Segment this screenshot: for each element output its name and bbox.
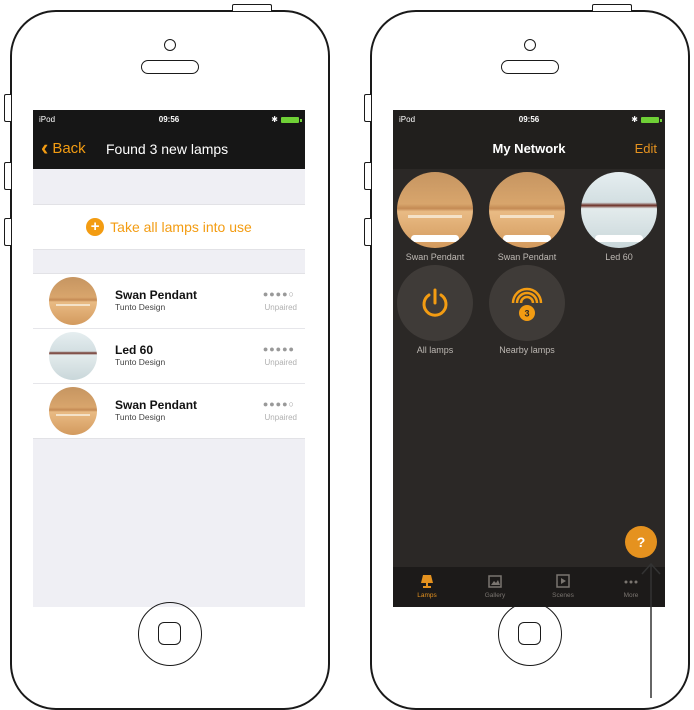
home-button[interactable] bbox=[498, 602, 562, 666]
scenes-icon bbox=[556, 574, 570, 588]
lamp-tile-label: Swan Pendant bbox=[497, 252, 557, 262]
page-title: Found 3 new lamps bbox=[106, 141, 229, 157]
tab-label: Scenes bbox=[552, 592, 574, 599]
lamp-tile[interactable]: Swan Pendant bbox=[395, 172, 475, 262]
group-label: All lamps bbox=[416, 345, 454, 355]
front-camera bbox=[524, 39, 536, 51]
volume-up-button bbox=[4, 162, 11, 190]
page-title: My Network bbox=[492, 141, 566, 156]
lamp-name: Led 60 bbox=[115, 343, 154, 357]
earpiece-speaker bbox=[141, 60, 199, 74]
back-button[interactable]: ‹ Back bbox=[41, 135, 86, 160]
status-time: 09:56 bbox=[518, 115, 540, 124]
tab-label: Lamps bbox=[417, 592, 437, 599]
lamp-tile[interactable]: Swan Pendant bbox=[487, 172, 567, 262]
gallery-icon bbox=[488, 575, 502, 588]
power-button bbox=[592, 4, 632, 11]
nav-bar: My Network Edit bbox=[393, 129, 665, 169]
mute-switch bbox=[364, 94, 371, 122]
power-button bbox=[232, 4, 272, 11]
lamp-icon bbox=[421, 575, 433, 588]
pair-status: Unpaired bbox=[264, 303, 297, 312]
tab-label: Gallery bbox=[484, 592, 506, 599]
volume-down-button bbox=[4, 218, 11, 246]
pair-status: Unpaired bbox=[264, 413, 297, 422]
volume-up-button bbox=[364, 162, 371, 190]
tab-scenes[interactable]: Scenes bbox=[529, 567, 597, 607]
lamp-thumbnail bbox=[489, 172, 565, 248]
lamp-list-item[interactable]: Swan Pendant Tunto Design ●●●●○ Unpaired bbox=[33, 274, 305, 329]
tab-lamps[interactable]: Lamps bbox=[393, 567, 461, 607]
take-all-label: Take all lamps into use bbox=[110, 219, 252, 235]
home-button[interactable] bbox=[138, 602, 202, 666]
lamp-thumbnail bbox=[49, 332, 97, 380]
status-time: 09:56 bbox=[158, 115, 180, 124]
group-circle: 3 bbox=[489, 265, 565, 341]
battery-icon bbox=[641, 116, 662, 123]
lamp-list-item[interactable]: Swan Pendant Tunto Design ●●●●○ Unpaired bbox=[33, 384, 305, 438]
brightness-bar bbox=[503, 235, 551, 242]
lamp-list-item[interactable]: Led 60 Tunto Design ●●●●● Unpaired bbox=[33, 329, 305, 384]
chevron-left-icon: ‹ bbox=[41, 135, 49, 160]
lamp-maker: Tunto Design bbox=[115, 357, 166, 367]
lamp-thumbnail bbox=[397, 172, 473, 248]
lamp-maker: Tunto Design bbox=[115, 412, 166, 422]
brightness-bar bbox=[411, 235, 459, 242]
signal-strength-icon: ●●●●● bbox=[262, 344, 295, 354]
bluetooth-icon: ✱ bbox=[631, 115, 638, 124]
take-all-lamps-button[interactable]: + Take all lamps into use bbox=[33, 204, 305, 250]
lamp-tile[interactable]: Led 60 bbox=[579, 172, 659, 262]
volume-down-button bbox=[364, 218, 371, 246]
plus-circle-icon: + bbox=[86, 218, 105, 236]
pointer-arrow bbox=[641, 562, 661, 698]
pair-status: Unpaired bbox=[264, 358, 297, 367]
edit-button[interactable]: Edit bbox=[635, 141, 657, 156]
nearby-lamps-button[interactable]: 3 Nearby lamps bbox=[487, 265, 567, 355]
tab-gallery[interactable]: Gallery bbox=[461, 567, 529, 607]
top-bar: iPod 09:56 ✱ ‹ Back Found 3 new lamps bbox=[33, 110, 305, 169]
lamp-thumbnail bbox=[581, 172, 657, 248]
group-label: Nearby lamps bbox=[499, 345, 555, 355]
lamp-list: Swan Pendant Tunto Design ●●●●○ Unpaired… bbox=[33, 273, 305, 439]
back-label: Back bbox=[52, 139, 86, 157]
group-circle bbox=[397, 265, 473, 341]
lamp-name: Swan Pendant bbox=[115, 398, 198, 412]
lamp-thumbnail bbox=[49, 387, 97, 435]
status-bar: iPod 09:56 ✱ bbox=[33, 110, 305, 129]
brightness-bar bbox=[595, 235, 643, 242]
status-bar: iPod 09:56 ✱ bbox=[393, 110, 665, 129]
mute-switch bbox=[4, 94, 11, 122]
front-camera bbox=[164, 39, 176, 51]
bluetooth-icon: ✱ bbox=[271, 115, 278, 124]
lamp-tile-label: Swan Pendant bbox=[405, 252, 465, 262]
signal-strength-icon: ●●●●○ bbox=[262, 399, 295, 409]
nearby-count-badge: 3 bbox=[524, 309, 529, 319]
all-lamps-button[interactable]: All lamps bbox=[395, 265, 475, 355]
top-bar: iPod 09:56 ✱ My Network Edit bbox=[393, 110, 665, 169]
lamp-tile-label: Led 60 bbox=[605, 252, 633, 262]
battery-icon bbox=[281, 116, 302, 123]
earpiece-speaker bbox=[501, 60, 559, 74]
my-network-screen: iPod 09:56 ✱ My Network Edit Swan Pendan… bbox=[393, 110, 665, 607]
power-icon bbox=[422, 288, 448, 317]
tab-bar: Lamps Gallery Scenes More bbox=[393, 567, 665, 607]
lamp-maker: Tunto Design bbox=[115, 302, 166, 312]
help-button[interactable]: ? bbox=[625, 526, 657, 558]
lamp-name: Swan Pendant bbox=[115, 288, 198, 302]
wifi-signal-icon: 3 bbox=[511, 287, 543, 321]
signal-strength-icon: ●●●●○ bbox=[262, 289, 295, 299]
lamp-thumbnail bbox=[49, 277, 97, 325]
phone-frame-left: iPod 09:56 ✱ ‹ Back Found 3 new lamps + … bbox=[4, 4, 330, 710]
nav-bar: ‹ Back Found 3 new lamps bbox=[33, 129, 305, 169]
found-lamps-screen: iPod 09:56 ✱ ‹ Back Found 3 new lamps + … bbox=[33, 110, 305, 607]
